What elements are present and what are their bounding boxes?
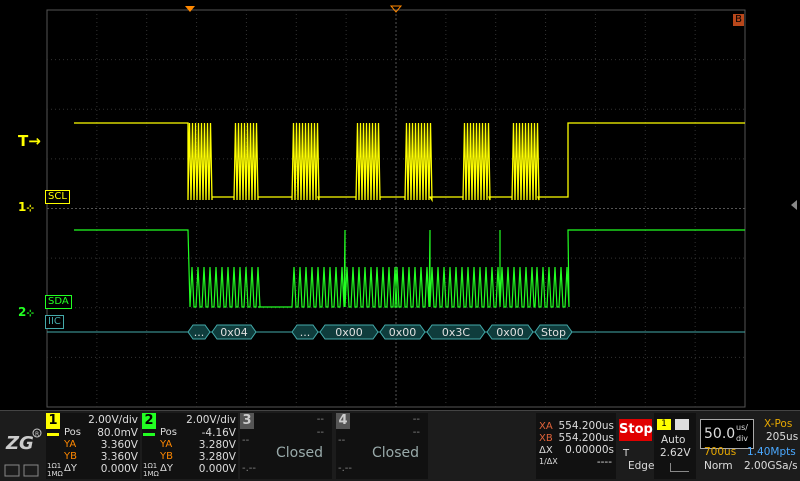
ch4-scale: --	[412, 414, 420, 425]
scl-label: SCL	[45, 190, 70, 204]
ch4-coupling: --	[338, 435, 346, 446]
ch2-yb-label: YB	[160, 451, 173, 462]
record-time: 700us	[704, 446, 737, 458]
ch2-dy-label: ΔY	[160, 463, 173, 474]
ch1-dc-icon	[47, 433, 59, 436]
ch3-offset: -.--	[242, 463, 257, 474]
waveform-screen[interactable]: ... 0x04... 0x00 0x00 0x3C 0x00 Stop T→ 1⊹ 2⊹ …	[0, 0, 800, 410]
ch1-dy: 0.000V	[100, 463, 138, 475]
ch4-panel[interactable]: 4 -- -- -- Closed -.--	[336, 413, 428, 479]
ch1-dy-label: ΔY	[64, 463, 77, 474]
xpos-value: 205us	[766, 431, 799, 443]
sample-rate: 2.00GSa/s	[744, 460, 798, 472]
ch2-ya: 3.280V	[198, 439, 236, 451]
decode-packet-label: ...	[194, 326, 205, 339]
menu-icon	[675, 419, 689, 430]
ch2-yb: 3.280V	[198, 451, 236, 463]
cursor-inv: ----	[596, 456, 612, 468]
ch3-number: 3	[240, 413, 254, 429]
ch1-panel[interactable]: 1 2.00V/div Pos 80.0mV YA 3.360V YB 3.36…	[46, 413, 140, 479]
trigger-position-icon	[185, 6, 195, 12]
timebase-scale[interactable]: 50.0 us/ div	[700, 419, 754, 449]
ch3-pos: --	[316, 427, 324, 438]
decode-packet-label: ...	[300, 326, 311, 339]
svg-text:R: R	[35, 431, 39, 438]
decode-packet-label: 0x04	[220, 326, 248, 339]
ch1-yb: 3.360V	[100, 451, 138, 463]
timebase-unit-bottom: div	[736, 434, 749, 443]
status-bar: ZG R 1 2.00V/div Pos 80.0mV YA 3.360V YB…	[0, 410, 800, 481]
ch4-state: Closed	[372, 445, 420, 461]
b-marker[interactable]: B	[733, 14, 744, 26]
xpos-label: X-Pos	[764, 418, 793, 430]
ch2-pos-label: Pos	[160, 427, 178, 438]
ch3-panel[interactable]: 3 -- -- -- Closed -.--	[240, 413, 332, 479]
ch3-state: Closed	[276, 445, 324, 461]
ch1-yb-label: YB	[64, 451, 77, 462]
ch3-coupling: --	[242, 435, 250, 446]
timebase-value: 50.0	[704, 426, 736, 442]
ch2-marker[interactable]: 2⊹	[18, 305, 800, 319]
decode-packet-label: 0x00	[496, 326, 524, 339]
rising-edge-icon	[670, 463, 689, 472]
timebase-unit-top: us/	[736, 423, 748, 432]
ch1-ya-label: YA	[64, 439, 77, 450]
acquire-mode: Norm	[704, 460, 733, 472]
cursor-inv-label: 1/ΔX	[539, 457, 558, 466]
ch4-pos: --	[412, 427, 420, 438]
ch1-marker[interactable]: 1⊹	[18, 200, 800, 214]
memory-depth: 1.40Mpts	[747, 446, 796, 458]
cursor-xb: 554.200us	[558, 432, 614, 444]
decode-packet-label: 0x00	[335, 326, 363, 339]
decode-packet-label: 0x3C	[442, 326, 471, 339]
ch2-number: 2	[142, 413, 156, 429]
trigger-source: 1	[657, 419, 671, 430]
trigger-level: 2.62V	[660, 447, 691, 459]
ch1-pos-label: Pos	[64, 427, 82, 438]
sda-label: SDA	[45, 295, 72, 309]
cursor-xb-label: XB	[539, 433, 553, 444]
ch2-dy: 0.000V	[198, 463, 236, 475]
ch2-scale: 2.00V/div	[186, 414, 236, 426]
ch1-ya: 3.360V	[100, 439, 138, 451]
ch1-pos: 80.0mV	[97, 427, 138, 439]
ch2-ya-label: YA	[160, 439, 173, 450]
run-stop-button[interactable]: Stop	[619, 419, 653, 441]
trigger-level-marker[interactable]: T→	[18, 132, 800, 150]
ch1-scale: 2.00V/div	[88, 414, 138, 426]
sda-waveform	[74, 229, 745, 308]
cursor-dx: 0.00000s	[565, 444, 614, 456]
decode-packet-label: 0x00	[389, 326, 417, 339]
ch2-panel[interactable]: 2 2.00V/div Pos -4.16V YA 3.280V YB 3.28…	[142, 413, 238, 479]
ch2-pos: -4.16V	[201, 427, 236, 439]
cursor-panel[interactable]: XA 554.200us XB 554.200us ΔX 0.00000s 1/…	[536, 413, 616, 479]
cursor-dx-label: ΔX	[539, 445, 553, 456]
trigger-level-label: T	[623, 448, 630, 459]
ch2-coupling: 1Ω1 1MΩ	[143, 462, 159, 478]
cursor-xa-label: XA	[539, 421, 553, 432]
side-menu-arrow-icon[interactable]	[791, 200, 797, 210]
svg-text:ZG: ZG	[5, 433, 34, 454]
zlg-logo: ZG R	[2, 419, 44, 477]
cursor-xa: 554.200us	[558, 420, 614, 432]
trigger-mode: Auto	[661, 434, 686, 446]
decode-packet-label: Stop	[541, 326, 566, 339]
ch4-offset: -.--	[338, 463, 353, 474]
ch1-number: 1	[46, 413, 60, 429]
trigger-type: Edge	[628, 460, 655, 472]
ch2-dc-icon	[143, 433, 155, 436]
ch1-coupling: 1Ω1 1MΩ	[47, 462, 63, 478]
ch4-number: 4	[336, 413, 350, 429]
ch3-scale: --	[316, 414, 324, 425]
iic-label: IIC	[45, 315, 64, 329]
